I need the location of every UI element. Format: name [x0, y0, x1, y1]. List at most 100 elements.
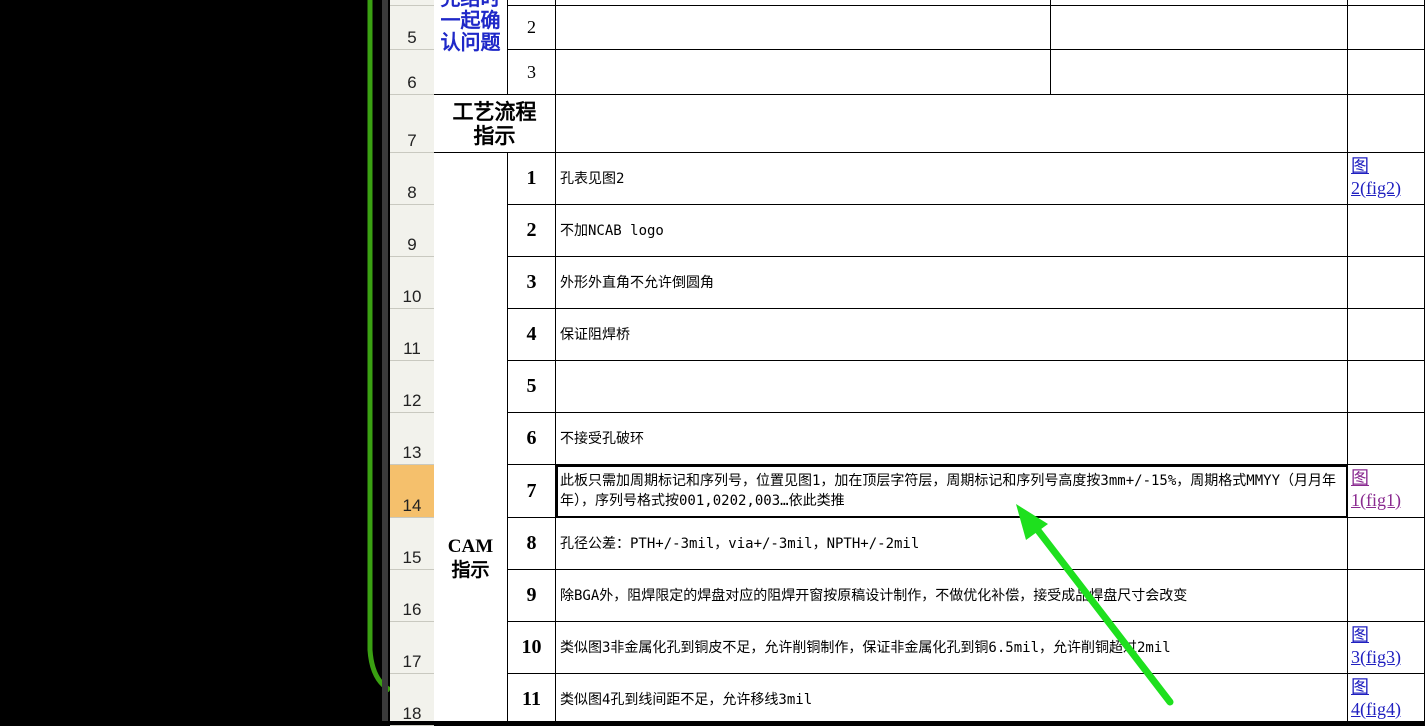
figure-link-text[interactable]: 图 [1351, 676, 1424, 698]
cam-item-number-cell[interactable]: 1 [508, 153, 556, 205]
confirm-row-number-cell[interactable]: 2 [508, 6, 556, 50]
cam-label-line: 指示 [451, 560, 490, 581]
figure-link-text[interactable]: 4(fig4) [1351, 698, 1424, 720]
cam-item-number-cell[interactable]: 3 [508, 257, 556, 309]
row-number-17[interactable]: 17 [390, 622, 434, 674]
cam-item-number-cell[interactable]: 10 [508, 622, 556, 674]
row-number-label: 14 [402, 496, 422, 515]
cam-item-text: 不接受孔破环 [560, 430, 644, 447]
row-number-14[interactable]: 14 [390, 465, 434, 518]
cam-label-line: CAM [447, 536, 494, 557]
cam-item-text-cell[interactable]: 此板只需加周期标记和序列号，位置见图1，加在顶层字符层，周期标记和序列号高度按3… [556, 465, 1348, 518]
row-number-label: 9 [407, 235, 417, 254]
cam-item-text: 类似图3非金属化孔到铜皮不足，允许削铜制作，保证非金属化孔到铜6.5mil，允许… [560, 639, 1171, 656]
cam-item-number: 8 [526, 532, 537, 554]
cam-item-number-cell[interactable]: 7 [508, 465, 556, 518]
cam-item-figure-link[interactable]: 图 4(fig4) [1348, 674, 1425, 721]
figure-link-text[interactable]: 图 [1351, 467, 1424, 489]
row-number-label: 13 [402, 443, 422, 462]
cam-item-text-cell[interactable]: 孔表见图2 [556, 153, 1348, 205]
row-number-label: 6 [407, 73, 417, 92]
cam-item-text: 孔径公差：PTH+/-3mil，via+/-3mil，NPTH+/-2mil [560, 535, 920, 552]
cam-item-number-cell[interactable]: 11 [508, 674, 556, 721]
confirm-row-number: 3 [527, 61, 536, 82]
cam-item-figure-link[interactable] [1348, 205, 1425, 257]
row-header-column: 4 5 6 7 8 9 10 11 12 13 14 15 16 17 18 [390, 0, 434, 726]
row-number-16[interactable]: 16 [390, 570, 434, 622]
confirm-row-extra-cell[interactable] [1051, 6, 1348, 50]
row-number-label: 18 [402, 704, 422, 723]
cam-item-figure-link[interactable]: 图 3(fig3) [1348, 622, 1425, 674]
row-number-13[interactable]: 13 [390, 413, 434, 465]
cam-item-figure-link[interactable]: 图 2(fig2) [1348, 153, 1425, 205]
cam-instructions-label-cell[interactable]: CAM 指示 [434, 153, 508, 721]
cam-item-figure-link[interactable] [1348, 518, 1425, 570]
row-number-11[interactable]: 11 [390, 309, 434, 361]
cam-item-number-cell[interactable]: 4 [508, 309, 556, 361]
cam-item-figure-link[interactable] [1348, 570, 1425, 622]
cam-item-number-cell[interactable]: 9 [508, 570, 556, 622]
row-number-label: 10 [402, 287, 422, 306]
row-number-6[interactable]: 6 [390, 50, 434, 95]
confirm-row-text-cell[interactable] [556, 50, 1051, 95]
cam-item-text-cell[interactable]: 除BGA外，阻焊限定的焊盘对应的阻焊开窗按原稿设计制作，不做优化补偿，接受成品焊… [556, 570, 1348, 622]
row-number-18[interactable]: 18 [390, 674, 434, 726]
cam-item-number: 6 [526, 427, 537, 449]
process-flow-content-cell[interactable] [556, 95, 1348, 153]
row-number-9[interactable]: 9 [390, 205, 434, 257]
cam-item-text-cell[interactable]: 保证阻焊桥 [556, 309, 1348, 361]
confirm-row-ref-cell[interactable] [1348, 50, 1425, 95]
cam-item-text-cell[interactable]: 类似图4孔到线间距不足，允许移线3mil [556, 674, 1348, 721]
row-number-8[interactable]: 8 [390, 153, 434, 205]
cam-item-number: 3 [526, 271, 537, 293]
figure-link-text[interactable]: 3(fig3) [1351, 646, 1424, 668]
cam-item-number: 9 [526, 584, 537, 606]
figure-link-text[interactable]: 图 [1351, 155, 1424, 177]
cam-item-figure-link[interactable] [1348, 309, 1425, 361]
confirm-row-ref-cell[interactable] [1348, 6, 1425, 50]
row-number-12[interactable]: 12 [390, 361, 434, 413]
process-flow-ref-cell[interactable] [1348, 95, 1425, 153]
confirm-issues-label-cell[interactable]: 完结时一起确认问题 [434, 0, 508, 95]
row-number-7[interactable]: 7 [390, 95, 434, 153]
confirm-row-number: 2 [527, 17, 536, 37]
cam-item-figure-link[interactable] [1348, 413, 1425, 465]
confirm-row-text-cell[interactable] [556, 6, 1051, 50]
process-flow-label-cell[interactable]: 工艺流程 指示 [434, 95, 556, 153]
figure-link-text[interactable]: 1(fig1) [1351, 489, 1424, 511]
row-number-5[interactable]: 5 [390, 6, 434, 50]
row-number-label: 5 [407, 28, 417, 47]
cam-item-text: 此板只需加周期标记和序列号，位置见图1，加在顶层字符层，周期标记和序列号高度按3… [560, 473, 1336, 509]
cam-item-figure-link[interactable] [1348, 257, 1425, 309]
cam-item-figure-link[interactable] [1348, 361, 1425, 413]
row-number-15[interactable]: 15 [390, 518, 434, 570]
row-number-10[interactable]: 10 [390, 257, 434, 309]
row-number-label: 16 [402, 600, 422, 619]
cam-item-number-cell[interactable]: 8 [508, 518, 556, 570]
cam-item-number-cell[interactable]: 5 [508, 361, 556, 413]
cam-item-number: 2 [526, 219, 537, 241]
cam-item-text: 孔表见图2 [560, 170, 625, 187]
row-number-label: 8 [407, 183, 417, 202]
cam-item-number: 11 [522, 688, 541, 710]
confirm-label-line: 一起确 [440, 10, 501, 32]
confirm-row-number-cell[interactable]: 3 [508, 50, 556, 95]
cam-item-figure-link[interactable]: 图 1(fig1) [1348, 465, 1425, 518]
cam-item-text-cell[interactable]: 孔径公差：PTH+/-3mil，via+/-3mil，NPTH+/-2mil [556, 518, 1348, 570]
cam-item-text-cell[interactable]: 类似图3非金属化孔到铜皮不足，允许削铜制作，保证非金属化孔到铜6.5mil，允许… [556, 622, 1348, 674]
cam-item-text-cell[interactable]: 不加NCAB logo [556, 205, 1348, 257]
figure-link-text[interactable]: 图 [1351, 624, 1424, 646]
cam-item-text-cell[interactable]: 不接受孔破环 [556, 413, 1348, 465]
cam-item-text: 除BGA外，阻焊限定的焊盘对应的阻焊开窗按原稿设计制作，不做优化补偿，接受成品焊… [560, 587, 1188, 604]
row-number-label: 11 [403, 339, 421, 358]
cam-item-text-cell[interactable]: 外形外直角不允许倒圆角 [556, 257, 1348, 309]
cam-item-number-cell[interactable]: 2 [508, 205, 556, 257]
confirm-label-line: 认问题 [440, 32, 501, 54]
cam-item-text: 保证阻焊桥 [560, 326, 630, 343]
cam-item-text-cell[interactable] [556, 361, 1348, 413]
confirm-row-extra-cell[interactable] [1051, 50, 1348, 95]
cam-item-text: 外形外直角不允许倒圆角 [560, 274, 714, 291]
cam-item-number-cell[interactable]: 6 [508, 413, 556, 465]
process-flow-label-line: 指示 [473, 123, 516, 148]
figure-link-text[interactable]: 2(fig2) [1351, 177, 1424, 199]
